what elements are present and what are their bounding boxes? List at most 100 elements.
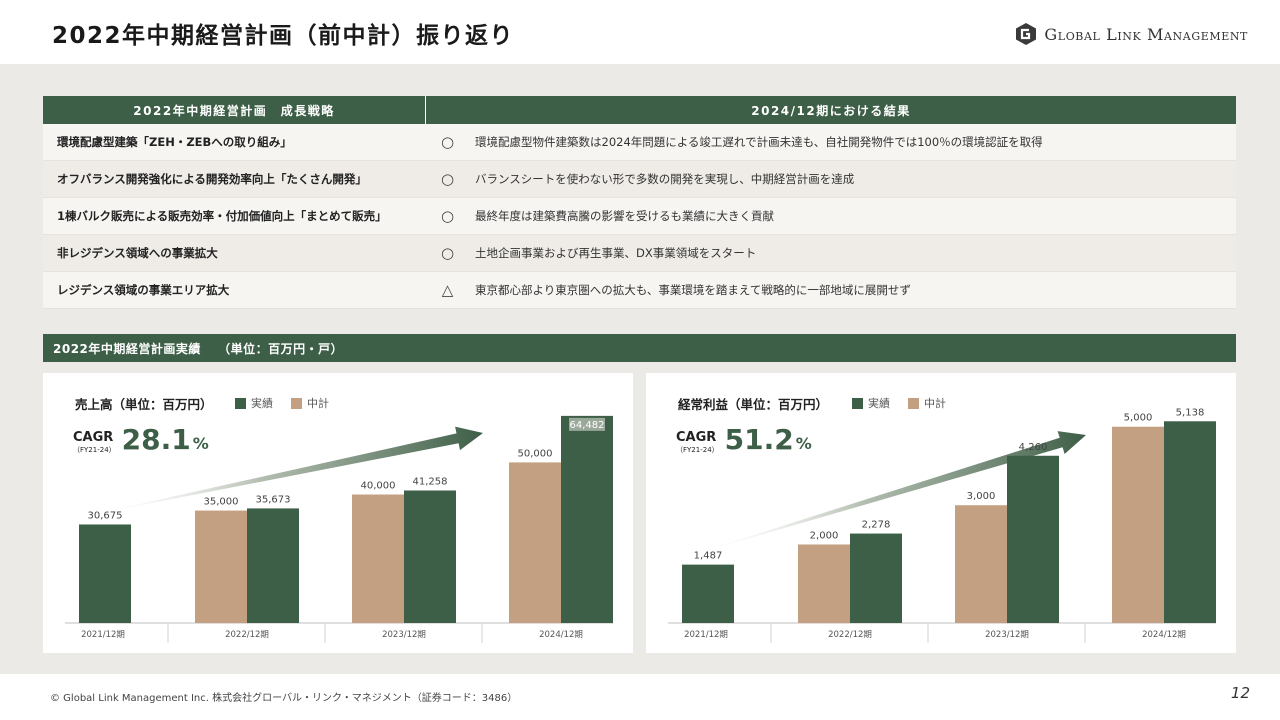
x-tick-label: 2021/12期 [684,630,728,640]
legend-swatch [291,397,302,409]
x-tick-label: 2024/12期 [539,630,583,640]
legend-swatch [235,397,246,409]
bar-actual [850,533,902,623]
legend-item-plan: 中計 [908,395,946,411]
x-tick-label: 2023/12期 [985,630,1029,640]
legend-label: 中計 [924,397,946,410]
page-number: 12 [1230,684,1250,702]
bar-actual [247,508,299,623]
bar-actual [79,524,131,623]
data-label-plan: 2,000 [810,530,839,541]
strategy-cell: オフバランス開発強化による開発効率向上「たくさん開発」 [57,172,367,186]
cagr-label-group: CAGR （FY21-24） [676,431,719,455]
gl-logo-icon [1016,23,1037,45]
x-tick-label: 2024/12期 [1142,630,1186,640]
x-tick-label: 2023/12期 [382,630,426,640]
bar-plan [955,505,1007,623]
chart-title: 売上高（単位：百万円） [75,397,213,412]
chart-legend: 実績 中計 [235,395,329,411]
logo-text: Global Link Management [1044,24,1248,44]
evaluation-mark: ○ [440,244,455,262]
cagr-label: CAGR [676,430,717,445]
data-label-plan: 5,000 [1124,413,1153,424]
strategy-table: 2022年中期経営計画 成長戦略 2024/12期における結果 環境配慮型建築「… [43,96,1236,309]
page-header: 2022年中期経営計画（前中計）振り返り Global Link Managem… [0,0,1280,64]
header-strategy: 2022年中期経営計画 成長戦略 [43,96,426,124]
cagr-label: CAGR [73,430,114,445]
table-body: 環境配慮型建築「ZEH・ZEBへの取り組み」 ○ 環境配慮型物件建築数は2024… [43,124,1236,309]
cagr-value: 28.1 [121,423,191,456]
result-cell: バランスシートを使わない形で多数の開発を実現し、中期経営計画を達成 [475,172,855,186]
legend-item-actual: 実績 [852,395,890,411]
cagr-period: （FY21-24） [73,446,116,454]
bar-actual [1007,455,1059,623]
table-row: 非レジデンス領域への事業拡大 ○ 土地企画事業および再生事業、DX事業領域をスタ… [43,235,1236,272]
footer-copyright: © Global Link Management Inc. 株式会社グローバル・… [50,693,518,704]
strategy-cell: レジデンス領域の事業エリア拡大 [57,283,230,297]
strategy-cell: 環境配慮型建築「ZEH・ZEBへの取り組み」 [57,135,292,149]
strategy-cell: 1棟バルク販売による販売効率・付加価値向上「まとめて販売」 [57,209,387,223]
ordinary-profit-chart: 2021/12期 1,487 2022/12期 2,000 2,278 2023/12期 3… [668,407,1216,643]
cagr-unit: % [795,434,812,453]
result-cell: 東京都心部より東京圏への拡大も、事業環境を踏まえて戦略的に一部地域に展開せず [475,283,911,297]
company-logo: Global Link Management [1014,22,1248,46]
legend-label: 実績 [868,397,890,410]
evaluation-mark: ○ [440,207,455,225]
bar-actual [682,564,734,623]
cagr-value: 51.2 [724,423,794,456]
cagr-period: （FY21-24） [676,446,719,454]
x-tick-label: 2021/12期 [81,630,125,640]
x-tick-label: 2022/12期 [828,630,872,640]
bar-actual [1164,421,1216,623]
strategy-cell: 非レジデンス領域への事業拡大 [57,246,218,260]
data-label-actual: 64,482 [570,420,605,431]
chart-title: 経常利益（単位：百万円） [678,397,829,412]
bar-plan [352,494,404,623]
data-label-plan: 50,000 [518,448,553,459]
bar-actual [561,415,613,623]
data-label-actual: 35,673 [256,494,291,505]
bar-plan [509,462,561,623]
header-result: 2024/12期における結果 [751,103,911,118]
slide-content: 2022年中期経営計画 成長戦略 2024/12期における結果 環境配慮型建築「… [0,64,1280,674]
data-label-actual: 2,278 [862,520,891,531]
bar-actual [404,490,456,623]
table-header: 2022年中期経営計画 成長戦略 2024/12期における結果 [43,96,1236,124]
result-cell: 最終年度は建築費高騰の影響を受けるも業績に大きく貢献 [475,209,774,223]
ordinary-profit-chart-panel: 2021/12期 1,487 2022/12期 2,000 2,278 2023/12期 3… [646,373,1236,653]
legend-item-actual: 実績 [235,395,273,411]
data-label-plan: 3,000 [967,491,996,502]
data-label-actual: 30,675 [88,510,123,521]
cagr-label-group: CAGR （FY21-24） [73,431,116,455]
sales-chart: 2021/12期 30,675 2022/12期 35,000 35,673 2023/1… [65,415,613,643]
page-title: 2022年中期経営計画（前中計）振り返り [52,23,515,49]
cagr-unit: % [192,434,209,453]
data-label-plan: 35,000 [204,497,239,508]
evaluation-mark: △ [441,281,454,299]
bar-plan [195,510,247,623]
table-row: レジデンス領域の事業エリア拡大 △ 東京都心部より東京圏への拡大も、事業環境を踏… [43,272,1236,309]
section-title: 2022年中期経営計画実績 （単位：百万円・戸） [43,334,1236,362]
chart-legend: 実績 中計 [852,395,946,411]
cagr-block: CAGR （FY21-24） 28.1 % [73,425,209,455]
data-label-plan: 40,000 [361,481,396,492]
legend-swatch [852,397,863,409]
data-label-actual: 4,260 [1019,442,1048,453]
legend-label: 中計 [307,397,329,410]
cagr-block: CAGR （FY21-24） 51.2 % [676,425,812,455]
x-tick-label: 2022/12期 [225,630,269,640]
table-row: 1棟バルク販売による販売効率・付加価値向上「まとめて販売」 ○ 最終年度は建築費… [43,198,1236,235]
data-label-actual: 41,258 [413,476,448,487]
legend-swatch [908,397,919,409]
legend-item-plan: 中計 [291,395,329,411]
data-label-actual: 5,138 [1176,407,1205,418]
evaluation-mark: ○ [440,133,455,151]
legend-label: 実績 [251,397,273,410]
sales-chart-panel: 2021/12期 30,675 2022/12期 35,000 35,673 2023/1… [43,373,633,653]
table-row: オフバランス開発強化による開発効率向上「たくさん開発」 ○ バランスシートを使わ… [43,161,1236,198]
bar-plan [798,544,850,623]
result-cell: 環境配慮型物件建築数は2024年問題による竣工遅れで計画未達も、自社開発物件では… [475,135,1043,149]
bar-plan [1112,426,1164,623]
result-cell: 土地企画事業および再生事業、DX事業領域をスタート [475,246,757,260]
evaluation-mark: ○ [440,170,455,188]
